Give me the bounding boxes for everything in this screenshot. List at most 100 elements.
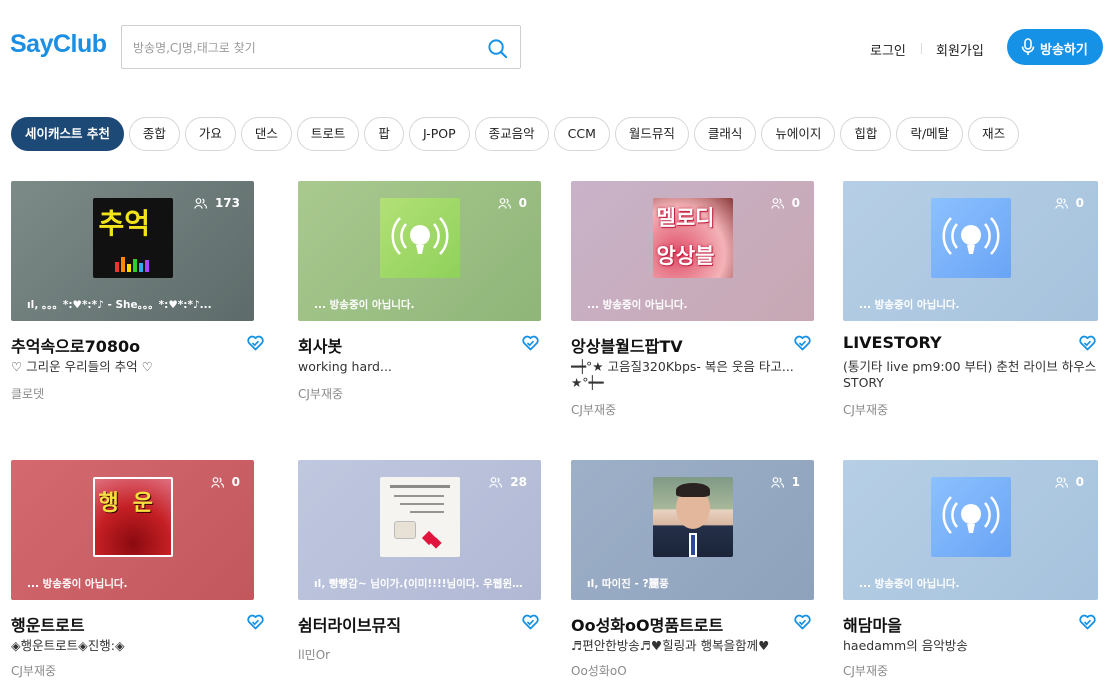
category-tab-classic[interactable]: 클래식 (693, 117, 757, 151)
category-tabs: 세이캐스트 추천 종합 가요 댄스 트로트 팝 J-POP 종교음악 CCM 월드뮤직 클래식 뉴에이… (11, 117, 1113, 152)
broadcast-button[interactable]: 방송하기 (1007, 29, 1103, 65)
heart-icon[interactable] (247, 335, 264, 351)
channel-title[interactable]: 앙상블월드팝TV (571, 333, 683, 357)
heart-icon[interactable] (522, 614, 539, 630)
heart-icon[interactable] (1079, 614, 1096, 630)
users-icon (194, 198, 207, 209)
viewer-count: 1 (770, 475, 800, 489)
channel-thumbnail[interactable]: 1 ıl‚ 따이진 - ?麗풍 (571, 460, 814, 600)
channel-art: 행운 (92, 477, 173, 557)
now-playing: ... 방송중이 아닙니다. (27, 578, 128, 590)
channel-title[interactable]: 쉼터라이브뮤직 (298, 612, 401, 636)
channel-cj[interactable]: CJ부재중 (298, 385, 343, 402)
category-tab-ccm[interactable]: CCM (553, 117, 610, 151)
search-input[interactable] (133, 38, 473, 58)
now-playing: ... 방송중이 아닙니다. (859, 578, 960, 590)
channel-title[interactable]: 해담마을 (843, 612, 902, 636)
channel-description: (통기타 live pm9:00 부터) 춘천 라이브 하우스 STORY (843, 359, 1097, 390)
channel-art (930, 198, 1011, 278)
channel-art (930, 477, 1011, 557)
viewer-count: 0 (210, 475, 240, 489)
category-tab-general[interactable]: 종합 (128, 117, 180, 151)
channel-description: working hard... (298, 359, 392, 374)
channel-title[interactable]: 행운트로트 (11, 612, 85, 636)
channel-art (379, 198, 460, 278)
heart-icon[interactable] (794, 335, 811, 351)
users-icon (489, 477, 503, 488)
channel-thumbnail[interactable]: 행운 0 ... 방송중이 아닙니다. (11, 460, 254, 600)
heart-icon[interactable] (794, 614, 811, 630)
category-tab-rock[interactable]: 락/메탈 (896, 117, 964, 151)
channel-description: ◈행운트로트◈진행:◈ (11, 638, 125, 653)
channel-title[interactable]: 추억속으로7080o (11, 333, 140, 357)
users-icon (1054, 198, 1068, 209)
now-playing: ıl‚ 。。。*:♥*:*♪ - She。。。*:♥*:*♪... (27, 299, 212, 311)
category-tab-kpop[interactable]: 가요 (184, 117, 236, 151)
viewer-count: 0 (1054, 475, 1084, 489)
users-icon (770, 477, 784, 488)
category-tab-jazz[interactable]: 재즈 (968, 117, 1020, 151)
channel-thumbnail[interactable]: 0 ... 방송중이 아닙니다. (843, 181, 1098, 321)
search-box[interactable] (121, 25, 521, 69)
login-link[interactable]: 로그인 (870, 40, 906, 59)
now-playing: ıl‚ 따이진 - ?麗풍 (587, 578, 669, 590)
category-tab-pop[interactable]: 팝 (364, 117, 404, 151)
divider (921, 43, 922, 54)
users-icon (770, 198, 784, 209)
channel-cj[interactable]: CJ부재중 (843, 401, 888, 418)
heart-icon[interactable] (522, 335, 539, 351)
viewer-count: 0 (497, 196, 527, 210)
header: SayClub 로그인 회원가입 방송하기 (0, 0, 1113, 95)
channel-cj[interactable]: 클로뎃 (11, 385, 44, 402)
category-tab-hiphop[interactable]: 힙합 (840, 117, 892, 151)
category-tab-religious[interactable]: 종교음악 (474, 117, 549, 151)
category-tab-newage[interactable]: 뉴에이지 (761, 117, 836, 151)
channel-art: 추억 (92, 198, 173, 278)
now-playing: ... 방송중이 아닙니다. (587, 299, 688, 311)
channel-thumbnail[interactable]: 28 ıl‚ 빵빵감~ 님이가.(이미!!!!님이다. 우웹윈대... (298, 460, 541, 600)
users-icon (210, 477, 224, 488)
users-icon (1054, 477, 1068, 488)
category-tab-recommended[interactable]: 세이캐스트 추천 (11, 117, 124, 151)
broadcast-icon (391, 217, 448, 255)
signup-link[interactable]: 회원가입 (936, 40, 984, 59)
now-playing: ... 방송중이 아닙니다. (314, 299, 415, 311)
channel-title[interactable]: 회사봇 (298, 333, 342, 357)
channel-title[interactable]: Oo성화oO명품트로트 (571, 612, 723, 636)
users-icon (497, 198, 511, 209)
channel-thumbnail[interactable]: 멜로디 앙상블 0 ... 방송중이 아닙니다. (571, 181, 814, 321)
channel-cj[interactable]: CJ부재중 (571, 401, 616, 418)
channel-description: haedamm의 음악방송 (843, 638, 968, 653)
channel-art: 멜로디 앙상블 (652, 198, 733, 278)
channel-description: ━┿°★ 고음질320Kbps- 복은 웃음 타고... ★°┿━ (571, 359, 794, 390)
category-tab-jpop[interactable]: J-POP (408, 117, 470, 151)
channel-thumbnail[interactable]: 추억 173 ıl‚ 。。。*:♥*:*♪ - She。。。*:♥*:*♪... (11, 181, 254, 321)
channel-cj[interactable]: CJ부재중 (11, 662, 56, 679)
viewer-count: 28 (489, 475, 527, 489)
broadcast-icon (942, 217, 999, 255)
broadcast-label: 방송하기 (1040, 43, 1088, 58)
category-tab-world[interactable]: 월드뮤직 (614, 117, 689, 151)
broadcast-icon (942, 496, 999, 534)
channel-description: ♬편안한방송♬♥힐링과 행복을함께♥ (571, 638, 770, 653)
channel-title[interactable]: LIVESTORY (843, 333, 942, 352)
search-icon[interactable] (487, 38, 508, 59)
channel-thumbnail[interactable]: 0 ... 방송중이 아닙니다. (843, 460, 1098, 600)
heart-icon[interactable] (1079, 335, 1096, 351)
viewer-count: 0 (770, 196, 800, 210)
channel-cj[interactable]: Oo성화oO (571, 662, 627, 679)
viewer-count: 0 (1054, 196, 1084, 210)
channel-cj[interactable]: ll민Or (298, 646, 330, 663)
microphone-icon (1021, 38, 1035, 55)
channel-thumbnail[interactable]: 0 ... 방송중이 아닙니다. (298, 181, 541, 321)
channel-art (379, 477, 460, 557)
heart-icon[interactable] (247, 614, 264, 630)
now-playing: ıl‚ 빵빵감~ 님이가.(이미!!!!님이다. 우웹윈대... (314, 578, 531, 590)
category-tab-dance[interactable]: 댄스 (240, 117, 292, 151)
channel-description: ♡ 그리운 우리들의 추억 ♡ (11, 359, 153, 374)
category-tab-trot[interactable]: 트로트 (296, 117, 360, 151)
sayclub-logo[interactable]: SayClub (10, 30, 107, 59)
channel-cj[interactable]: CJ부재중 (843, 662, 888, 679)
now-playing: ... 방송중이 아닙니다. (859, 299, 960, 311)
viewer-count: 173 (194, 196, 240, 210)
